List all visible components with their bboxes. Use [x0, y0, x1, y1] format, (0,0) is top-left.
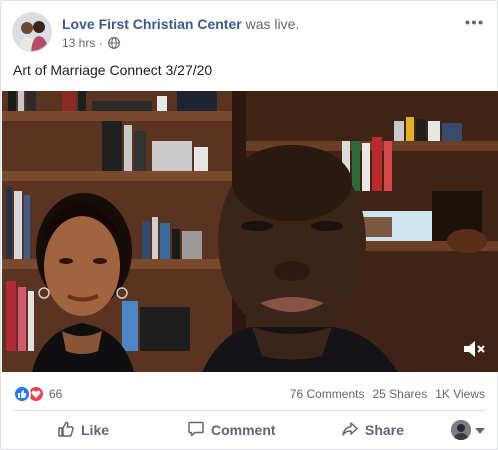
- comment-bubble-icon: [187, 420, 205, 441]
- avatar-photo: [13, 13, 51, 51]
- post-timestamp[interactable]: 13 hrs: [62, 36, 95, 50]
- share-button[interactable]: Share: [341, 414, 404, 446]
- chevron-down-icon: [475, 421, 485, 439]
- video-frame: [2, 91, 498, 372]
- thumbs-up-icon: [57, 420, 75, 441]
- viewer-avatar: [451, 420, 471, 440]
- post-meta: 13 hrs ·: [62, 35, 120, 53]
- feed-post-card: Love First Christian Center was live. 13…: [0, 0, 498, 450]
- share-label: Share: [365, 422, 404, 438]
- comment-button[interactable]: Comment: [187, 414, 276, 446]
- views-count[interactable]: 1K Views: [435, 386, 485, 402]
- author-line: Love First Christian Center was live.: [62, 15, 299, 33]
- shares-count-link[interactable]: 25 Shares: [372, 386, 427, 402]
- comments-count-link[interactable]: 76 Comments: [290, 386, 365, 402]
- meta-separator: ·: [98, 36, 107, 50]
- post-as-selector[interactable]: [451, 420, 485, 440]
- post-actions: Like Comment Share: [13, 414, 485, 446]
- like-label: Like: [81, 422, 110, 438]
- like-reaction-icon: [13, 385, 31, 403]
- video-player[interactable]: [2, 91, 498, 372]
- engagement-counts: 76 Comments 25 Shares 1K Views: [290, 386, 485, 402]
- speaker-muted-icon[interactable]: [462, 338, 486, 360]
- reaction-count[interactable]: 66: [49, 385, 62, 403]
- post-text: Art of Marriage Connect 3/27/20: [13, 62, 213, 78]
- reactions-summary[interactable]: 66: [13, 385, 62, 403]
- author-action-text: was live.: [245, 16, 300, 32]
- share-arrow-icon: [341, 420, 359, 441]
- page-avatar[interactable]: [12, 12, 52, 52]
- post-header: Love First Christian Center was live. 13…: [12, 12, 486, 56]
- author-name-link[interactable]: Love First Christian Center: [62, 16, 242, 32]
- more-dots-icon[interactable]: [462, 12, 486, 32]
- like-button[interactable]: Like: [57, 414, 109, 446]
- globe-icon[interactable]: [108, 37, 120, 53]
- action-divider: [13, 410, 485, 411]
- comment-label: Comment: [211, 422, 276, 438]
- post-stats: 66 76 Comments 25 Shares 1K Views: [13, 381, 485, 407]
